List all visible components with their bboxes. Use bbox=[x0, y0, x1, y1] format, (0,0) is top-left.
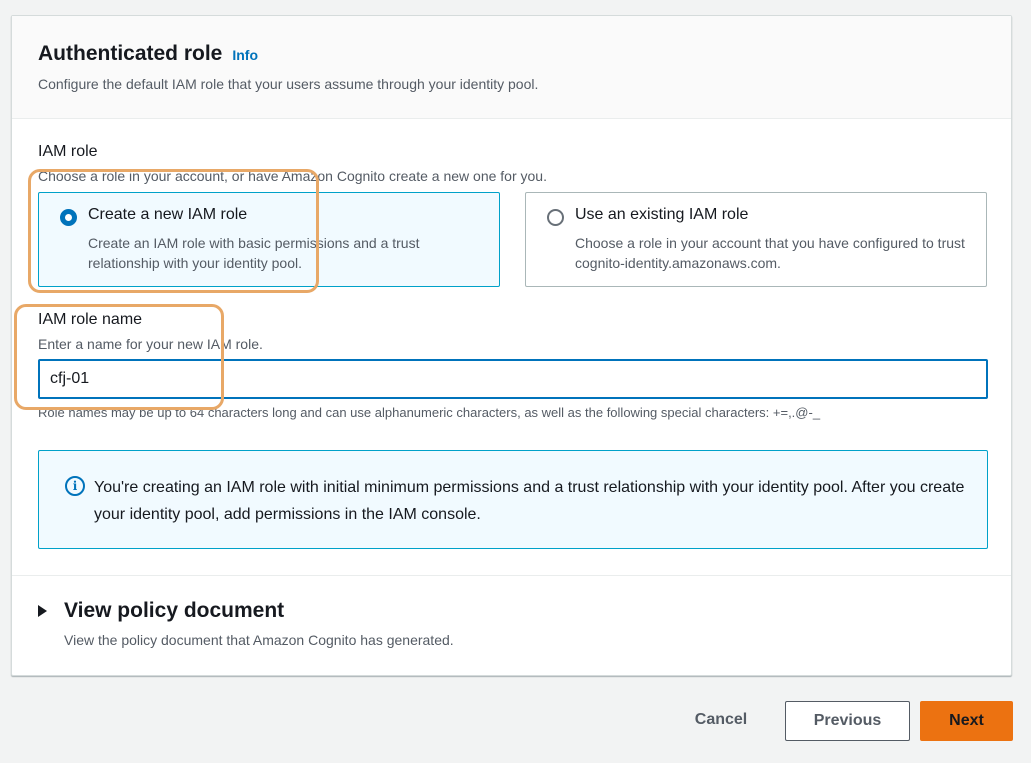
create-new-role-description: Create an IAM role with basic permission… bbox=[88, 235, 420, 271]
alert-text: You're creating an IAM role with initial… bbox=[94, 479, 965, 523]
view-policy-document-title: View policy document bbox=[64, 599, 285, 622]
use-existing-role-description: Choose a role in your account that you h… bbox=[575, 235, 965, 271]
create-new-role-tile[interactable]: Create a new IAM role Create an IAM role… bbox=[38, 192, 500, 287]
use-existing-role-title: Use an existing IAM role bbox=[575, 206, 749, 223]
iam-role-name-input[interactable] bbox=[38, 359, 988, 399]
iam-role-description: Choose a role in your account, or have A… bbox=[38, 168, 547, 184]
use-existing-role-tile[interactable]: Use an existing IAM role Choose a role i… bbox=[525, 192, 987, 287]
title-row: Authenticated role Info bbox=[38, 42, 258, 66]
info-icon: i bbox=[65, 476, 85, 496]
section-title: Authenticated role bbox=[38, 42, 223, 65]
view-policy-document-description: View the policy document that Amazon Cog… bbox=[64, 632, 454, 648]
use-existing-role-radio[interactable] bbox=[547, 209, 564, 226]
cancel-button[interactable]: Cancel bbox=[676, 701, 766, 739]
view-policy-document-expander[interactable]: View policy document bbox=[38, 599, 284, 623]
create-new-role-title: Create a new IAM role bbox=[88, 206, 248, 223]
iam-role-name-description: Enter a name for your new IAM role. bbox=[38, 336, 263, 352]
next-button[interactable]: Next bbox=[920, 701, 1013, 741]
info-link[interactable]: Info bbox=[232, 47, 258, 63]
caret-right-icon bbox=[38, 605, 47, 617]
create-new-role-radio[interactable] bbox=[60, 209, 77, 226]
previous-button[interactable]: Previous bbox=[785, 701, 910, 741]
panel-header: Authenticated role Info Configure the de… bbox=[12, 16, 1011, 119]
iam-role-name-label: IAM role name bbox=[38, 311, 143, 328]
iam-role-name-constraint: Role names may be up to 64 characters lo… bbox=[38, 405, 821, 420]
iam-role-label: IAM role bbox=[38, 143, 98, 160]
authenticated-role-panel: Authenticated role Info Configure the de… bbox=[11, 15, 1012, 676]
info-alert: i You're creating an IAM role with initi… bbox=[38, 450, 988, 549]
section-description: Configure the default IAM role that your… bbox=[38, 76, 539, 92]
divider bbox=[12, 575, 1011, 576]
